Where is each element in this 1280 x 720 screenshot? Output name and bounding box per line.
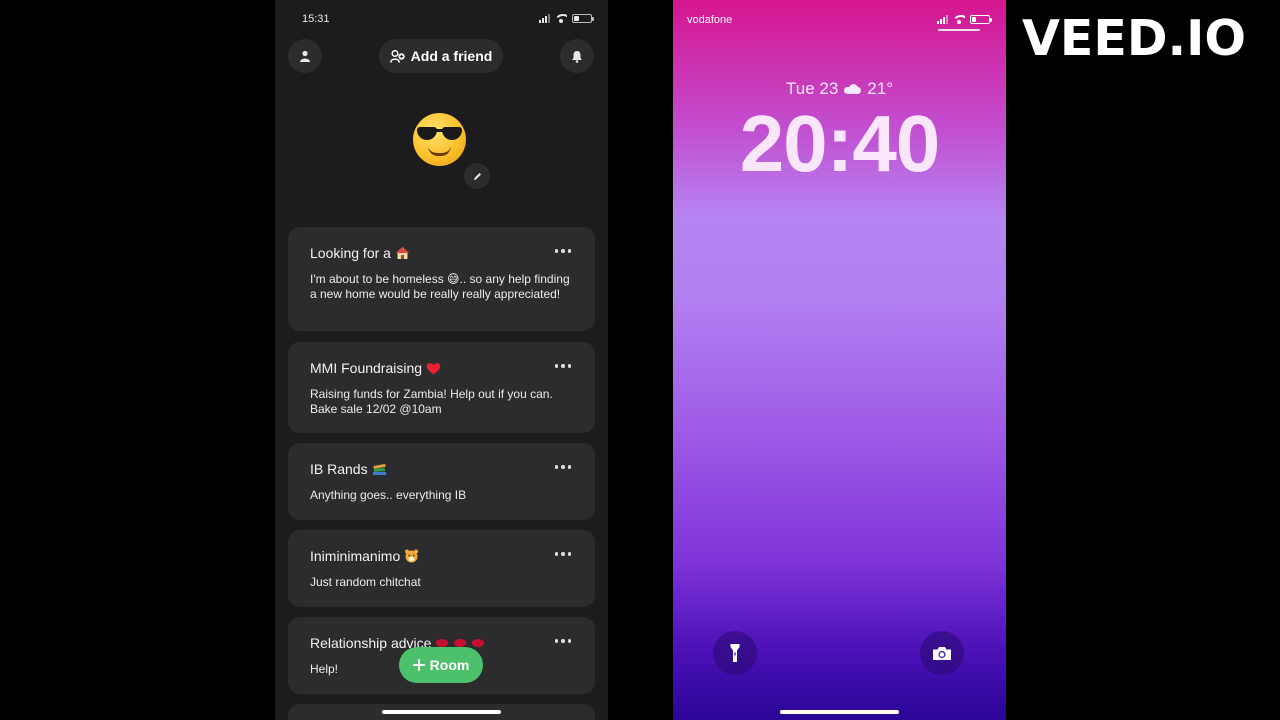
sunglasses-emoji-icon xyxy=(413,113,466,166)
status-bar: 15:31 xyxy=(275,13,608,29)
signal-icon xyxy=(937,15,948,24)
battery-icon xyxy=(970,15,992,24)
battery-icon xyxy=(572,14,594,23)
home-indicator[interactable] xyxy=(780,710,899,714)
lock-time: 20:40 xyxy=(739,99,941,188)
avatar xyxy=(413,113,469,169)
room-button-label: Room xyxy=(429,657,470,673)
add-room-button[interactable]: Room xyxy=(399,647,483,683)
room-title: MMI Foundraising xyxy=(310,360,423,376)
room-description: Raising funds for Zambia! Help out if yo… xyxy=(310,387,553,416)
house-emoji-icon xyxy=(395,247,409,259)
app-screen: 15:31 Add a friend Looking for a I'm abo… xyxy=(275,0,608,720)
room-card[interactable]: Looking for a I'm about to be homeless 😅… xyxy=(288,227,595,331)
add-friend-label: Add a friend xyxy=(410,48,493,64)
room-description: Just random chitchat xyxy=(310,575,421,589)
signal-icon xyxy=(539,14,550,23)
edit-avatar-button[interactable] xyxy=(464,163,490,189)
room-description: I'm about to be homeless 😅.. so any help… xyxy=(310,272,570,301)
tiger-emoji-icon xyxy=(405,549,419,563)
add-friend-button[interactable]: Add a friend xyxy=(379,39,503,73)
room-title: Iniminimanimo xyxy=(310,548,401,564)
lock-date-weather: Tue 23 21° xyxy=(673,79,1006,99)
room-card[interactable]: Iniminimanimo Just random chitchat xyxy=(288,530,595,607)
flashlight-button[interactable] xyxy=(713,631,757,675)
profile-button[interactable] xyxy=(288,39,322,73)
plus-icon xyxy=(412,659,425,671)
camera-button[interactable] xyxy=(920,631,964,675)
person-icon xyxy=(300,50,310,62)
watermark-logo: VEED.IO xyxy=(1022,10,1247,67)
heart-emoji-icon xyxy=(426,362,441,374)
more-options-icon[interactable] xyxy=(554,364,571,368)
status-indicator-line xyxy=(938,29,980,31)
cloud-icon xyxy=(844,84,862,94)
room-card[interactable]: IB Rands Anything goes.. everything IB xyxy=(288,443,595,520)
flashlight-icon xyxy=(730,644,740,662)
more-options-icon[interactable] xyxy=(554,249,571,253)
more-options-icon[interactable] xyxy=(554,465,571,469)
room-card[interactable]: MMI Foundraising Raising funds for Zambi… xyxy=(288,342,595,433)
more-options-icon[interactable] xyxy=(554,639,571,643)
lock-temperature: 21° xyxy=(867,79,893,98)
notifications-button[interactable] xyxy=(560,39,594,73)
bell-icon xyxy=(572,50,582,63)
pencil-icon xyxy=(473,172,481,180)
home-indicator[interactable] xyxy=(382,710,501,714)
lock-date: Tue 23 xyxy=(785,79,839,98)
carrier-name: vodafone xyxy=(687,14,733,26)
room-title: IB Rands xyxy=(310,461,368,477)
add-person-icon xyxy=(389,49,405,63)
books-emoji-icon xyxy=(372,463,386,475)
room-description: Anything goes.. everything IB xyxy=(310,488,467,502)
wifi-icon xyxy=(953,15,965,24)
wifi-icon xyxy=(555,14,567,23)
camera-icon xyxy=(933,646,951,660)
more-options-icon[interactable] xyxy=(554,552,571,556)
room-title: Looking for a xyxy=(310,245,391,261)
status-time: 15:31 xyxy=(302,13,330,25)
lock-screen: vodafone Tue 23 21° 20:40 xyxy=(673,0,1006,720)
